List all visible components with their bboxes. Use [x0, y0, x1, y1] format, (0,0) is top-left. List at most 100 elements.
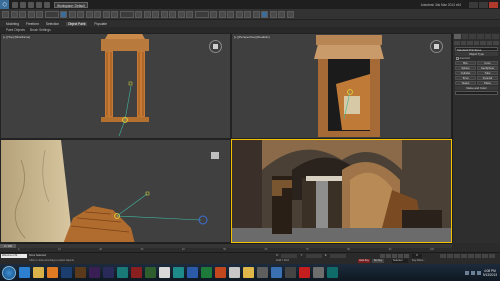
open-file-icon[interactable]: [20, 1, 26, 8]
zoom-extents-icon[interactable]: [454, 254, 460, 258]
taskbar-premiere-icon[interactable]: [89, 267, 100, 278]
taskbar-aftereffects-icon[interactable]: [103, 267, 114, 278]
taskbar-powerpoint-icon[interactable]: [215, 267, 226, 278]
select-object-icon[interactable]: [60, 10, 67, 18]
taskbar-flash-icon[interactable]: [131, 267, 142, 278]
viewport-front[interactable]: [+] [Front] [Realistic]: [0, 139, 231, 243]
volume-icon[interactable]: [470, 270, 475, 275]
taskbar-illustrator-icon[interactable]: [75, 267, 86, 278]
close-button[interactable]: [489, 1, 498, 8]
tab-modeling[interactable]: Modeling: [6, 22, 19, 26]
z-field[interactable]: [330, 254, 347, 258]
taskbar-mail-icon[interactable]: [271, 267, 282, 278]
tab-hierarchy[interactable]: [469, 34, 477, 39]
viewport-perspective[interactable]: [+] [Perspective] [Realistic]: [231, 33, 452, 139]
taskbar-dreamweaver-icon[interactable]: [145, 267, 156, 278]
new-scene-icon[interactable]: [12, 1, 18, 8]
tab-populate[interactable]: Populate: [94, 22, 107, 26]
taskbar-ie-icon[interactable]: [19, 267, 30, 278]
mirror-icon[interactable]: [210, 10, 217, 18]
viewcube-icon[interactable]: [430, 40, 443, 53]
cone-button[interactable]: Cone: [477, 61, 498, 65]
tab-freeform[interactable]: Freeform: [26, 22, 39, 26]
app-logo-icon[interactable]: ⬡: [0, 0, 9, 9]
move-icon[interactable]: [94, 10, 101, 18]
taskbar-acrobat-icon[interactable]: [299, 267, 310, 278]
taskbar-folder-icon[interactable]: [243, 267, 254, 278]
angle-snap-icon[interactable]: [169, 10, 176, 18]
key-filters-button[interactable]: Key Filters...: [412, 259, 425, 262]
taskbar-camera-icon[interactable]: [257, 267, 268, 278]
flag-icon[interactable]: [476, 270, 481, 275]
go-to-end-icon[interactable]: [404, 254, 409, 258]
cylinder-button[interactable]: Cylinder: [455, 71, 476, 75]
maxscript-listener[interactable]: Welcome to M: [1, 254, 27, 258]
start-button[interactable]: [2, 265, 16, 280]
sphere-button[interactable]: Sphere: [455, 66, 476, 70]
rendered-frame-icon[interactable]: [278, 10, 285, 18]
taskbar-calc-icon[interactable]: [285, 267, 296, 278]
tab-modify[interactable]: [461, 34, 469, 39]
go-to-start-icon[interactable]: [380, 254, 385, 258]
viewcube-icon[interactable]: [211, 152, 219, 159]
zoom-extents-all-icon[interactable]: [461, 254, 467, 258]
material-editor-icon[interactable]: [261, 10, 268, 18]
brush-settings-button[interactable]: Brush Settings: [30, 28, 51, 32]
clock[interactable]: 4:08 PM 9/13/2013: [483, 269, 497, 277]
minimize-button[interactable]: [469, 1, 478, 8]
next-frame-icon[interactable]: [398, 254, 403, 258]
set-key-button[interactable]: Set Key: [372, 259, 384, 263]
object-type-rollout[interactable]: Object Type: [455, 52, 498, 56]
auto-key-button[interactable]: Auto Key: [358, 259, 370, 263]
save-file-icon[interactable]: [28, 1, 34, 8]
render-setup-icon[interactable]: [269, 10, 277, 18]
viewport-camera[interactable]: [+] [Camera001] [Realistic]: [231, 139, 452, 243]
previous-frame-icon[interactable]: [386, 254, 391, 258]
workspace-dropdown[interactable]: Workspace: Default: [54, 1, 88, 8]
paint-objects-button[interactable]: Paint Objects: [6, 28, 25, 32]
graphite-toggle-icon[interactable]: [235, 10, 243, 18]
named-selection-dropdown[interactable]: [194, 10, 209, 18]
torus-button[interactable]: Torus: [455, 76, 476, 80]
autogrid-checkbox[interactable]: AutoGrid: [456, 57, 497, 60]
checkbox-icon[interactable]: [456, 57, 459, 60]
tab-object-paint[interactable]: Object Paint: [66, 21, 88, 26]
curve-editor-icon[interactable]: [244, 10, 251, 18]
cameras-icon[interactable]: [473, 41, 480, 45]
undo-icon[interactable]: [36, 1, 42, 8]
tab-motion[interactable]: [477, 34, 484, 39]
viewcube-icon[interactable]: [209, 40, 222, 53]
link-icon[interactable]: [19, 10, 26, 18]
shapes-icon[interactable]: [460, 41, 467, 45]
spinner-snap-icon[interactable]: [186, 10, 193, 18]
tube-button[interactable]: Tube: [477, 71, 498, 75]
reference-coordinate-dropdown[interactable]: [119, 10, 134, 18]
bind-spacewarp-icon[interactable]: [36, 10, 43, 18]
network-icon[interactable]: [464, 270, 469, 275]
keyboard-shortcut-icon[interactable]: [152, 10, 159, 18]
taskbar-3dsmax-icon[interactable]: [117, 267, 128, 278]
taskbar-photoshop-icon[interactable]: [61, 267, 72, 278]
maximize-viewport-icon[interactable]: [489, 254, 495, 258]
schematic-view-icon[interactable]: [252, 10, 260, 18]
layer-manager-icon[interactable]: [227, 10, 234, 18]
taskbar-word-icon[interactable]: [187, 267, 198, 278]
undo-tool-icon[interactable]: [2, 10, 9, 18]
taskbar-media-icon[interactable]: [47, 267, 58, 278]
pivot-center-icon[interactable]: [135, 10, 142, 18]
taskbar-player-icon[interactable]: [229, 267, 240, 278]
selection-filter-dropdown[interactable]: [44, 10, 59, 18]
tab-selection[interactable]: Selection: [46, 22, 59, 26]
scale-icon[interactable]: [111, 10, 118, 18]
teapot-button[interactable]: Teapot: [455, 81, 476, 85]
redo-tool-icon[interactable]: [10, 10, 18, 18]
play-icon[interactable]: [392, 254, 397, 258]
taskbar-chrome-icon[interactable]: [159, 267, 170, 278]
tab-display[interactable]: [484, 34, 492, 39]
snaps-toggle-icon[interactable]: [160, 10, 168, 18]
geometry-icon[interactable]: [454, 41, 460, 45]
helpers-icon[interactable]: [480, 41, 486, 45]
spacewarps-icon[interactable]: [486, 41, 493, 45]
object-name-field[interactable]: [455, 91, 498, 95]
unlink-icon[interactable]: [27, 10, 35, 18]
